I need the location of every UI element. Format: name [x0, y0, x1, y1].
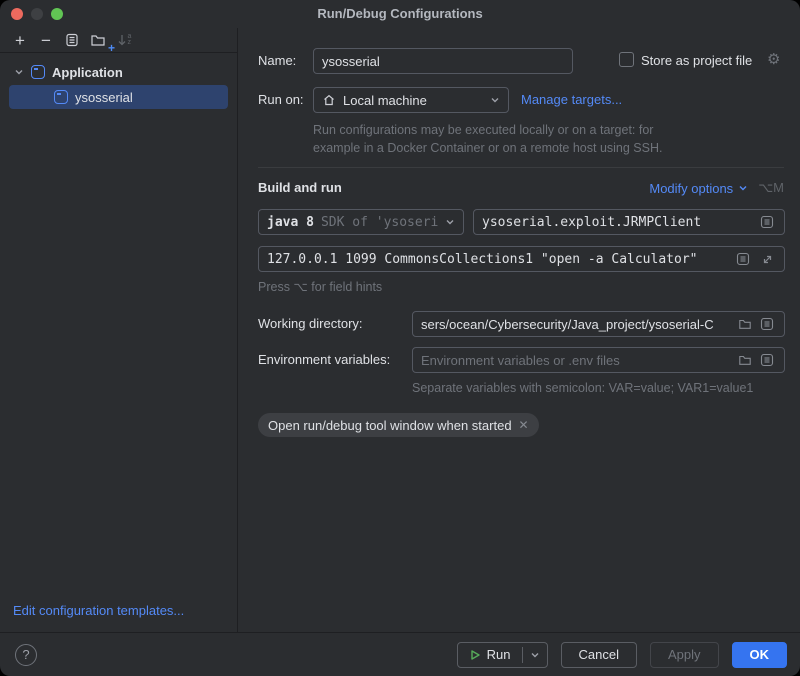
environment-variables-input[interactable]	[421, 353, 736, 368]
run-on-hint-line2: example in a Docker Container or on a re…	[313, 141, 662, 155]
jdk-value: java 8	[267, 215, 314, 230]
run-on-label: Run on:	[258, 92, 304, 107]
chevron-down-icon[interactable]	[14, 67, 24, 77]
chevron-down-icon	[530, 650, 540, 660]
environment-variables-label: Environment variables:	[258, 352, 390, 367]
configurations-sidebar: + − + az	[0, 28, 238, 632]
jdk-description: SDK of 'ysoseri	[321, 215, 438, 230]
run-on-hint-line1: Run configurations may be executed local…	[313, 123, 653, 137]
working-directory-field[interactable]	[412, 311, 785, 337]
help-button[interactable]: ?	[15, 644, 37, 666]
browse-folder-icon[interactable]	[736, 315, 754, 333]
run-button-label: Run	[487, 647, 511, 662]
apply-button: Apply	[650, 642, 719, 668]
configurations-tree: Application ysosserial	[0, 53, 237, 109]
remove-configuration-icon[interactable]: −	[33, 30, 59, 50]
chevron-down-icon[interactable]	[738, 183, 748, 193]
run-on-combobox[interactable]: Local machine	[313, 87, 509, 113]
run-on-value: Local machine	[343, 93, 427, 108]
close-icon[interactable]: ✕	[519, 418, 529, 432]
field-hints-text: Press ⌥ for field hints	[258, 279, 382, 294]
open-tool-window-chip[interactable]: Open run/debug tool window when started …	[258, 413, 539, 437]
expand-field-icon[interactable]	[758, 315, 776, 333]
jdk-combobox[interactable]: java 8 SDK of 'ysoseri	[258, 209, 464, 235]
play-icon	[469, 649, 481, 661]
chevron-down-icon	[490, 95, 500, 105]
chevron-down-icon	[445, 217, 455, 227]
chip-label: Open run/debug tool window when started	[268, 418, 512, 433]
cancel-button[interactable]: Cancel	[561, 642, 637, 668]
modify-options-area: Modify options ⌥M	[649, 180, 784, 196]
environment-variables-field[interactable]	[412, 347, 785, 373]
store-as-project-file-label: Store as project file	[641, 53, 752, 68]
expand-window-icon[interactable]	[758, 250, 776, 268]
tree-group-application[interactable]: Application	[0, 60, 237, 84]
run-options-chevron[interactable]	[523, 650, 547, 660]
name-field[interactable]	[313, 48, 573, 74]
section-separator	[258, 167, 784, 168]
dialog-footer: ? Run Cancel Apply OK	[0, 632, 800, 676]
main-class-input[interactable]	[482, 215, 758, 230]
expand-field-icon[interactable]	[758, 351, 776, 369]
modify-options-shortcut: ⌥M	[758, 180, 784, 196]
add-configuration-icon[interactable]: +	[7, 30, 33, 50]
local-machine-icon	[322, 93, 336, 107]
store-as-project-file-checkbox[interactable]	[619, 52, 634, 67]
expand-field-icon[interactable]	[758, 213, 776, 231]
title-bar: Run/Debug Configurations	[0, 0, 800, 28]
name-input[interactable]	[322, 54, 564, 69]
sidebar-toolbar: + − + az	[0, 28, 237, 53]
copy-configuration-icon[interactable]	[59, 30, 85, 50]
dialog-title: Run/Debug Configurations	[0, 0, 800, 28]
run-debug-configurations-dialog: Run/Debug Configurations + − +	[0, 0, 800, 676]
run-split-button: Run	[457, 642, 548, 668]
environment-variables-hint: Separate variables with semicolon: VAR=v…	[412, 381, 753, 395]
tree-item-ysosserial-selected[interactable]: ysosserial	[9, 85, 228, 109]
run-button[interactable]: Run	[458, 647, 522, 662]
store-settings-gear-icon[interactable]: ⚙	[767, 52, 780, 67]
edit-configuration-templates-link[interactable]: Edit configuration templates...	[13, 603, 184, 618]
main-class-field[interactable]	[473, 209, 785, 235]
manage-targets-link[interactable]: Manage targets...	[521, 92, 622, 107]
program-arguments-input[interactable]	[267, 252, 734, 267]
expand-field-icon[interactable]	[734, 250, 752, 268]
working-directory-label: Working directory:	[258, 316, 363, 331]
name-label: Name:	[258, 53, 296, 68]
working-directory-input[interactable]	[421, 317, 736, 332]
footer-buttons: Run Cancel Apply OK	[457, 642, 800, 668]
application-type-icon	[30, 64, 46, 80]
new-folder-icon[interactable]: +	[85, 30, 111, 50]
modify-options-link[interactable]: Modify options	[649, 181, 733, 196]
browse-folder-icon[interactable]	[736, 351, 754, 369]
configuration-form: Name: Store as project file ⚙ Run on: Lo…	[239, 28, 800, 632]
tree-item-label: ysosserial	[75, 90, 133, 105]
application-type-icon	[53, 89, 69, 105]
tree-group-label: Application	[52, 65, 123, 80]
build-and-run-section-title: Build and run	[258, 180, 342, 195]
ok-button[interactable]: OK	[732, 642, 788, 668]
program-arguments-field[interactable]	[258, 246, 785, 272]
